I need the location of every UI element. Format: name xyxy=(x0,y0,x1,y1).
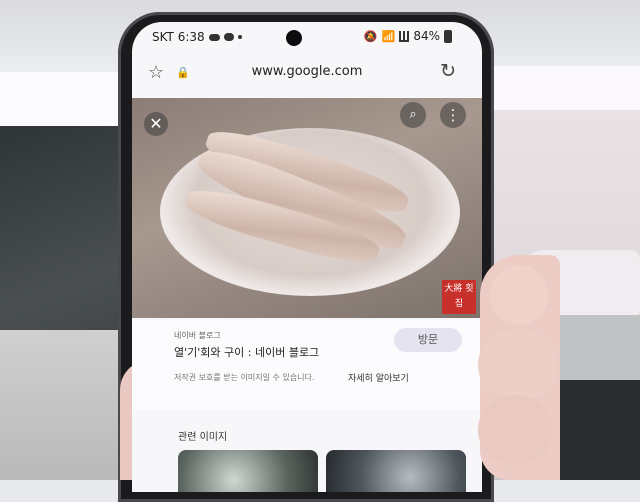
url-text[interactable]: www.google.com xyxy=(132,64,482,79)
battery-icon xyxy=(444,29,452,43)
cloud-icon xyxy=(208,33,220,41)
hand-finger xyxy=(490,265,548,325)
visit-button[interactable]: 방문 xyxy=(394,328,462,352)
learn-more-link[interactable]: 자세히 알아보기 xyxy=(348,371,409,384)
hand-finger xyxy=(478,330,558,400)
mute-icon: 🔕 xyxy=(363,29,378,43)
related-image-thumbnail[interactable] xyxy=(326,450,466,492)
phone-screen: SKT 6:38 🔕 📶 84% ☆ 🔒 www.google.com ↻ ✕ … xyxy=(132,22,482,492)
result-title[interactable]: 열'기'회와 구이 : 네이버 블로그 xyxy=(174,344,319,360)
signal-icon xyxy=(399,30,410,42)
close-icon[interactable]: ✕ xyxy=(144,112,168,136)
chat-icon xyxy=(223,33,234,41)
related-image-thumbnail[interactable] xyxy=(178,450,318,492)
more-icon[interactable]: ⋮ xyxy=(440,102,466,128)
notification-dot-icon xyxy=(237,35,242,39)
copyright-note: 저작권 보호를 받는 이미지일 수 있습니다. xyxy=(174,373,315,382)
restaurant-watermark: 大將 횟집 xyxy=(442,280,476,314)
source-name: 네이버 블로그 xyxy=(174,331,221,340)
reload-icon[interactable]: ↻ xyxy=(440,60,456,82)
lens-icon[interactable]: ⌕ xyxy=(400,102,426,128)
browser-url-bar[interactable]: ☆ 🔒 www.google.com ↻ xyxy=(132,54,482,94)
hand-finger xyxy=(478,395,553,465)
related-images-title: 관련 이미지 xyxy=(178,432,228,443)
result-info-card: 네이버 블로그 열'기'회와 구이 : 네이버 블로그 방문 저작권 보호를 받… xyxy=(132,320,482,410)
status-left: SKT 6:38 xyxy=(152,30,242,44)
ceiling-light-right xyxy=(480,66,640,112)
image-preview[interactable]: ✕ ⌕ ⋮ 大將 횟집 xyxy=(132,98,482,318)
carrier-time: SKT 6:38 xyxy=(152,30,205,44)
status-right: 🔕 📶 84% xyxy=(364,29,452,43)
battery-percent: 84% xyxy=(413,29,440,43)
wifi-icon: 📶 xyxy=(381,29,396,43)
status-bar: SKT 6:38 🔕 📶 84% xyxy=(132,22,482,50)
